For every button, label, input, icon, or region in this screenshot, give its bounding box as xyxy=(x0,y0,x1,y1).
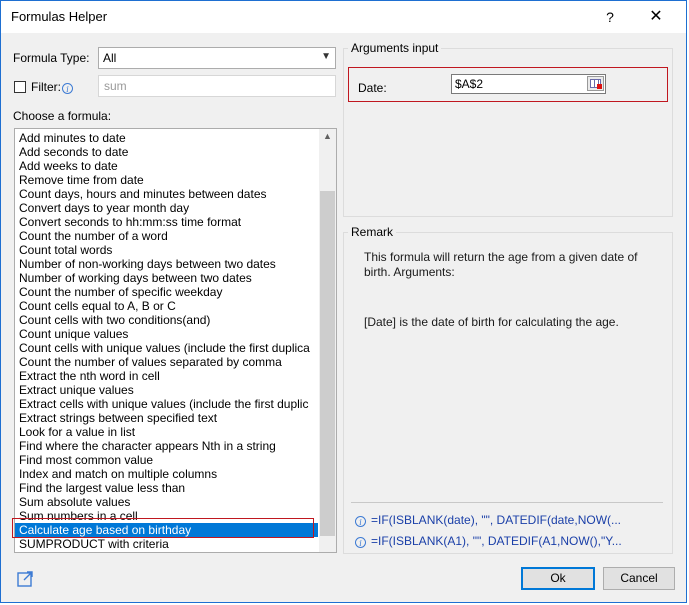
formula-example-1-text: =IF(ISBLANK(date), "", DATEDIF(date,NOW(… xyxy=(371,513,622,527)
filter-checkbox[interactable] xyxy=(14,81,26,93)
window-title: Formulas Helper xyxy=(11,9,108,24)
list-item[interactable]: Count unique values xyxy=(15,327,318,341)
help-button[interactable]: ? xyxy=(590,1,630,33)
list-item[interactable]: Sum absolute values xyxy=(15,495,318,509)
info-icon: i xyxy=(355,537,366,548)
filter-label: Filter: xyxy=(31,80,61,94)
remark-line-3: [Date] is the date of birth for calculat… xyxy=(364,315,619,329)
list-item[interactable]: Convert seconds to hh:mm:ss time format xyxy=(15,215,318,229)
close-button[interactable]: ✕ xyxy=(636,1,676,33)
list-item[interactable]: Number of non-working days between two d… xyxy=(15,257,318,271)
formula-list[interactable]: Add minutes to date Add seconds to date Ad… xyxy=(14,128,337,553)
formula-example-1[interactable]: i =IF(ISBLANK(date), "", DATEDIF(date,NOW… xyxy=(355,513,621,527)
list-item[interactable]: Extract strings between specified text xyxy=(15,411,318,425)
list-item[interactable]: Add weeks to date xyxy=(15,159,318,173)
formulas-helper-dialog: Formulas Helper ? ✕ Formula Type: All ▼ … xyxy=(0,0,687,603)
list-item[interactable]: Remove time from date xyxy=(15,173,318,187)
formula-type-select[interactable]: All ▼ xyxy=(98,47,336,69)
list-item[interactable]: Count the number of specific weekday xyxy=(15,285,318,299)
scroll-thumb[interactable] xyxy=(320,191,335,536)
list-item[interactable]: Extract unique values xyxy=(15,383,318,397)
list-item[interactable]: Add seconds to date xyxy=(15,145,318,159)
formula-list-items: Add minutes to date Add seconds to date Ad… xyxy=(15,131,318,551)
list-item[interactable]: Count cells with unique values (include … xyxy=(15,341,318,355)
range-select-icon[interactable] xyxy=(587,76,604,91)
remark-group xyxy=(343,232,673,554)
filter-placeholder: sum xyxy=(104,79,127,93)
list-item[interactable]: Index and match on multiple columns xyxy=(15,467,318,481)
list-item[interactable]: Extract cells with unique values (includ… xyxy=(15,397,318,411)
list-item[interactable]: Count total words xyxy=(15,243,318,257)
list-item[interactable]: Convert days to year month day xyxy=(15,201,318,215)
scroll-up-icon[interactable]: ▲ xyxy=(319,131,336,141)
list-item[interactable]: Extract the nth word in cell xyxy=(15,369,318,383)
ok-button[interactable]: Ok xyxy=(521,567,595,590)
list-item[interactable]: Count days, hours and minutes between da… xyxy=(15,187,318,201)
info-icon[interactable]: i xyxy=(62,83,73,94)
list-item[interactable]: Look for a value in list xyxy=(15,425,318,439)
selection-highlight-box xyxy=(12,518,314,538)
list-item[interactable]: Count cells with two conditions(and) xyxy=(15,313,318,327)
remark-group-title: Remark xyxy=(348,225,397,239)
date-value: $A$2 xyxy=(455,77,484,91)
chevron-down-icon: ▼ xyxy=(321,51,331,62)
list-item[interactable]: Add minutes to date xyxy=(15,131,318,145)
title-bar: Formulas Helper ? ✕ xyxy=(1,1,686,33)
date-label: Date: xyxy=(358,81,387,95)
formula-example-2[interactable]: i =IF(ISBLANK(A1), "", DATEDIF(A1,NOW(),"… xyxy=(355,534,622,548)
remark-divider xyxy=(351,502,663,503)
formula-type-label: Formula Type: xyxy=(13,51,90,65)
list-item[interactable]: Count cells equal to A, B or C xyxy=(15,299,318,313)
cancel-button[interactable]: Cancel xyxy=(603,567,675,590)
filter-input[interactable]: sum xyxy=(98,75,336,97)
list-item[interactable]: Count the number of a word xyxy=(15,229,318,243)
choose-formula-label: Choose a formula: xyxy=(13,109,112,123)
info-icon: i xyxy=(355,516,366,527)
list-item[interactable]: SUMPRODUCT with criteria xyxy=(15,537,318,551)
list-item[interactable]: Find most common value xyxy=(15,453,318,467)
formula-type-value: All xyxy=(103,51,117,65)
remark-line-1: This formula will return the age from a … xyxy=(364,250,638,264)
share-icon[interactable] xyxy=(17,570,34,587)
date-input[interactable]: $A$2 xyxy=(451,74,606,94)
list-scrollbar[interactable]: ▲ xyxy=(319,129,336,552)
list-item[interactable]: Number of working days between two dates xyxy=(15,271,318,285)
arguments-group-title: Arguments input xyxy=(348,41,442,55)
remark-line-2: birth. Arguments: xyxy=(364,265,455,279)
list-item[interactable]: Count the number of values separated by … xyxy=(15,355,318,369)
list-item[interactable]: Find the largest value less than xyxy=(15,481,318,495)
formula-example-2-text: =IF(ISBLANK(A1), "", DATEDIF(A1,NOW(),"Y… xyxy=(371,534,622,548)
list-item[interactable]: Find where the character appears Nth in … xyxy=(15,439,318,453)
